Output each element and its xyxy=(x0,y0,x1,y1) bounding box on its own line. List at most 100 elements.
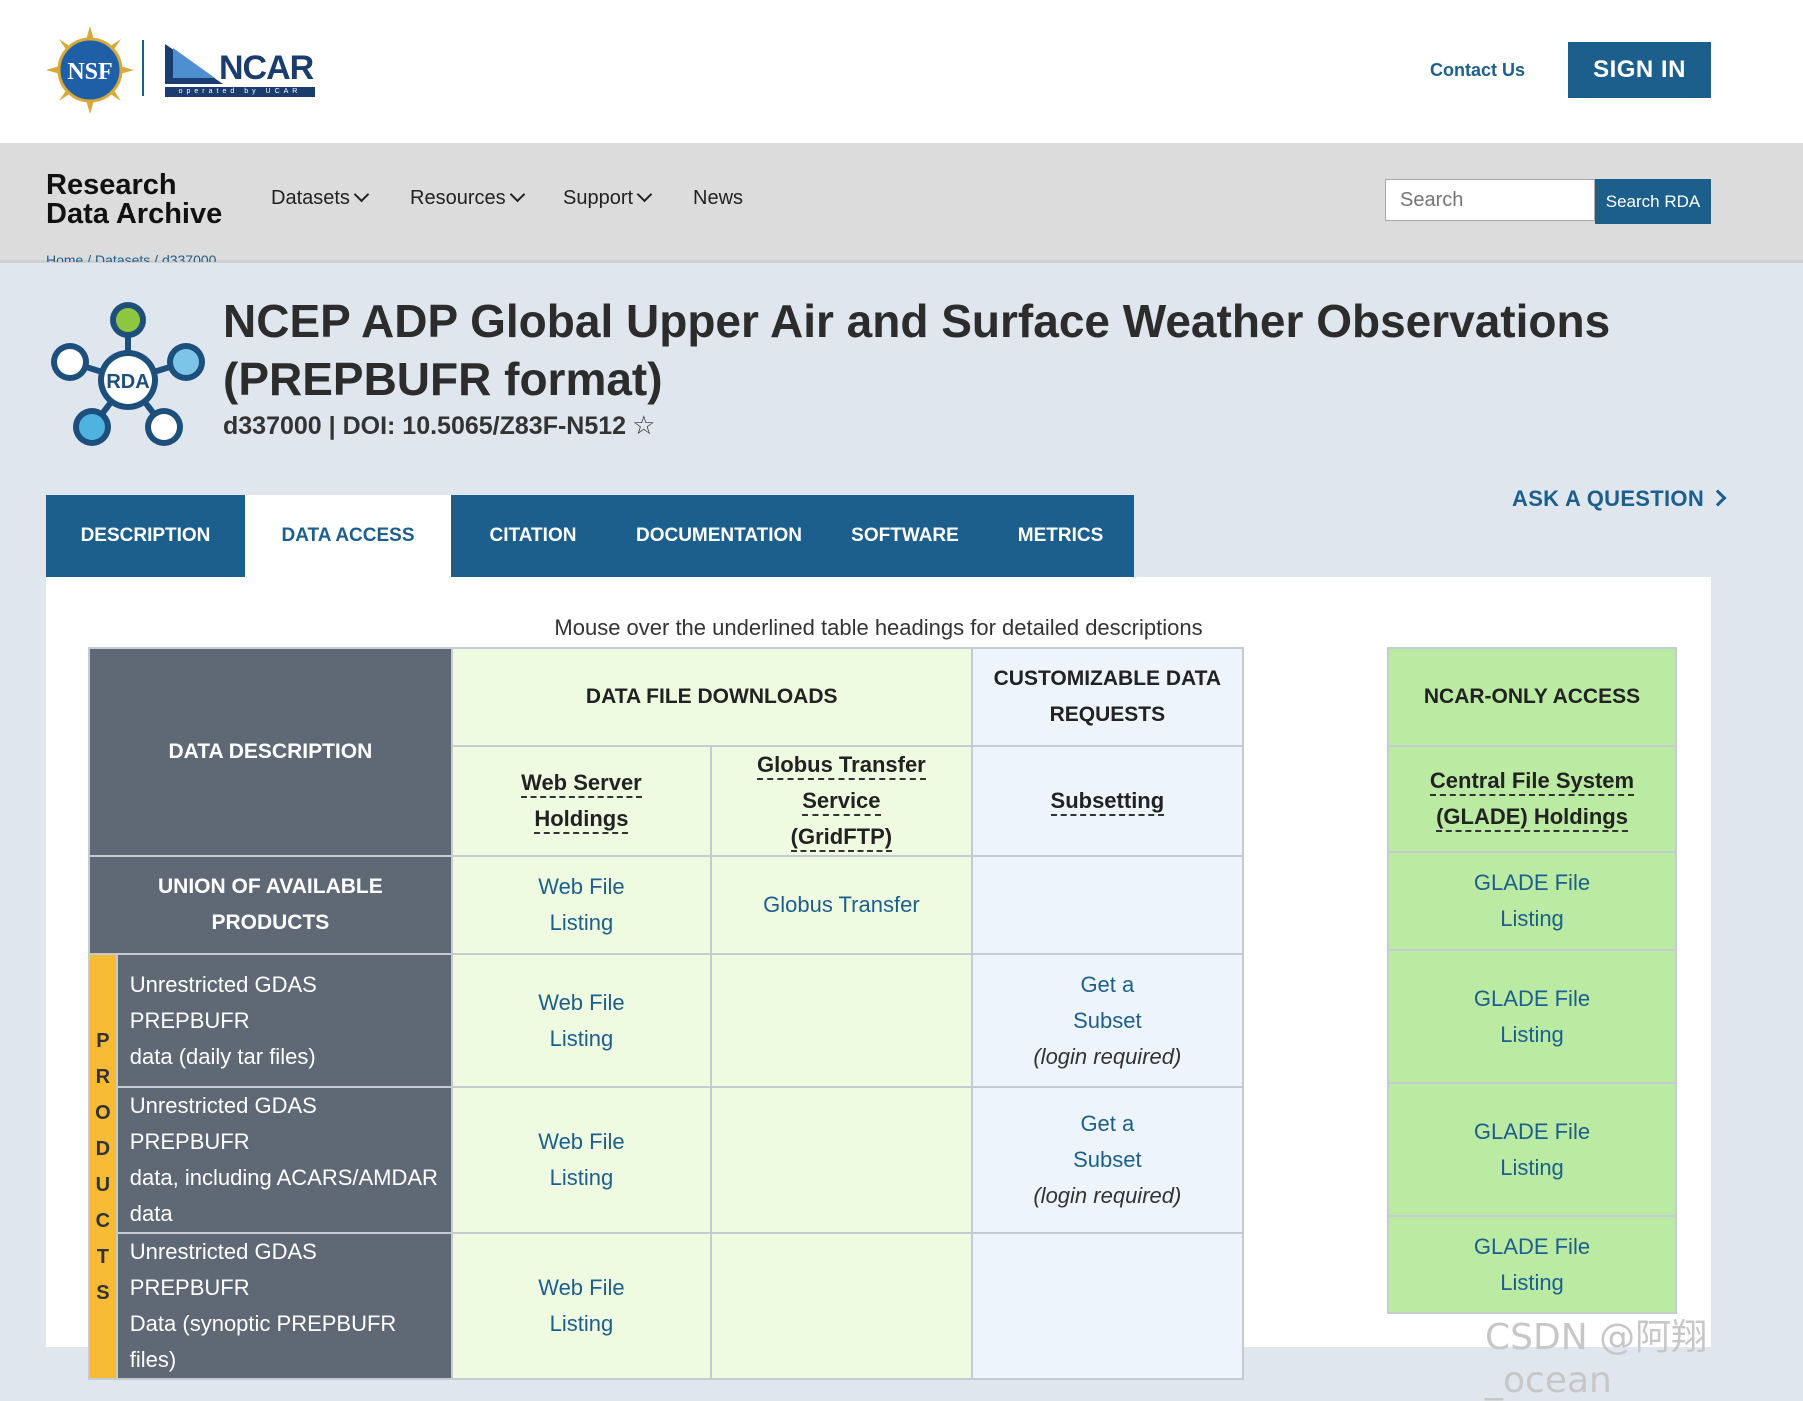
link-text[interactable]: Subset xyxy=(1073,1147,1142,1172)
link-text[interactable]: Web File xyxy=(538,1129,624,1154)
union-glade-file-listing[interactable]: GLADE File Listing xyxy=(1387,851,1677,951)
product-name-line: data xyxy=(129,1201,173,1226)
breadcrumb-current: d337000 xyxy=(161,252,217,262)
dataset-tabs: DESCRIPTION DATA ACCESS CITATION DOCUMEN… xyxy=(46,495,1134,577)
contact-us-link[interactable]: Contact Us xyxy=(1430,60,1525,81)
search-input[interactable] xyxy=(1385,179,1595,221)
nav-resources-label: Resources xyxy=(410,187,506,209)
product-globus-empty xyxy=(710,1232,973,1380)
top-bar: NSF NCAR operated by UCAR Contact Us SIG… xyxy=(0,0,1803,143)
breadcrumb-home[interactable]: Home xyxy=(46,252,83,262)
product-get-subset[interactable]: Get a Subset (login required) xyxy=(970,953,1245,1088)
link-text[interactable]: Web File xyxy=(538,990,624,1015)
union-web-file-listing[interactable]: Web File Listing xyxy=(450,855,713,955)
dataset-title-line-1: NCEP ADP Global Upper Air and Surface We… xyxy=(223,295,1611,347)
nav-support-label: Support xyxy=(563,187,634,209)
glade-line-1: Central File System xyxy=(1429,768,1635,796)
product-name: Unrestricted GDAS PREPBUFR data (daily t… xyxy=(115,953,453,1088)
chevron-down-icon xyxy=(636,186,653,203)
link-text[interactable]: Listing xyxy=(550,1311,614,1336)
tab-data-access[interactable]: DATA ACCESS xyxy=(245,495,451,577)
site-brand[interactable]: Research Data Archive xyxy=(46,171,266,229)
link-text[interactable]: Listing xyxy=(550,1026,614,1051)
header-ncar-only-access: NCAR-ONLY ACCESS xyxy=(1387,647,1677,747)
web-server-line-2: Holdings xyxy=(534,806,629,834)
link-text[interactable]: GLADE File xyxy=(1474,870,1590,895)
login-required-note: (login required) xyxy=(1033,1183,1182,1208)
ncar-wordmark: NCAR xyxy=(219,49,314,87)
products-letter: C xyxy=(95,1209,111,1232)
chevron-down-icon xyxy=(353,186,370,203)
globus-line-1: Globus Transfer Service xyxy=(757,752,926,816)
ask-a-question-link[interactable]: ASK A QUESTION xyxy=(1512,486,1727,512)
link-text[interactable]: Listing xyxy=(550,1165,614,1190)
dataset-doi: d337000 | DOI: 10.5065/Z83F-N512 ☆ xyxy=(223,410,655,441)
subheader-web-server-holdings[interactable]: Web Server Holdings xyxy=(450,745,713,857)
star-icon[interactable]: ☆ xyxy=(632,410,655,441)
ncar-only-table: NCAR-ONLY ACCESS Central File System (GL… xyxy=(1387,647,1677,1314)
breadcrumb-datasets[interactable]: Datasets xyxy=(95,252,150,262)
product-web-file-listing[interactable]: Web File Listing xyxy=(450,1086,713,1234)
ncar-subtitle: operated by UCAR xyxy=(165,87,315,97)
link-text[interactable]: Listing xyxy=(1500,906,1564,931)
product-globus-empty xyxy=(710,953,973,1088)
csdn-watermark: CSDN @阿翔_ocean xyxy=(1485,1317,1708,1401)
link-text[interactable]: Listing xyxy=(550,910,614,935)
table-row: Unrestricted GDAS PREPBUFR Data (synopti… xyxy=(89,1232,1245,1380)
search-rda-button[interactable]: Search RDA xyxy=(1595,179,1711,224)
product-subset-empty xyxy=(970,1232,1245,1380)
login-required-note: (login required) xyxy=(1033,1043,1182,1069)
link-text[interactable]: Listing xyxy=(1500,1270,1564,1295)
product-glade-file-listing[interactable]: GLADE File Listing xyxy=(1387,1215,1677,1314)
glade-line-2: (GLADE) Holdings xyxy=(1436,804,1628,832)
tab-documentation[interactable]: DOCUMENTATION xyxy=(615,495,823,577)
link-text[interactable]: Listing xyxy=(1500,1155,1564,1180)
product-web-file-listing[interactable]: Web File Listing xyxy=(450,953,713,1088)
link-text[interactable]: GLADE File xyxy=(1474,1119,1590,1144)
link-text[interactable]: Get a xyxy=(1080,972,1134,997)
header-customizable-data-requests: CUSTOMIZABLE DATA REQUESTS xyxy=(970,647,1245,747)
link-text[interactable]: Web File xyxy=(538,874,624,899)
chevron-down-icon xyxy=(509,186,525,203)
tab-software[interactable]: SOFTWARE xyxy=(823,495,987,577)
nav-datasets[interactable]: Datasets xyxy=(271,186,370,210)
products-letter: R xyxy=(95,1065,111,1088)
link-text[interactable]: Web File xyxy=(538,1275,624,1300)
product-glade-file-listing[interactable]: GLADE File Listing xyxy=(1387,1082,1677,1217)
tab-citation[interactable]: CITATION xyxy=(451,495,615,577)
link-text[interactable]: GLADE File xyxy=(1474,1234,1590,1259)
rda-network-icon: RDA xyxy=(51,302,205,446)
nav-news[interactable]: News xyxy=(693,187,743,210)
product-glade-file-listing[interactable]: GLADE File Listing xyxy=(1387,949,1677,1084)
subheader-globus-transfer[interactable]: Globus Transfer Service (GridFTP) xyxy=(710,745,973,857)
product-web-file-listing[interactable]: Web File Listing xyxy=(450,1232,713,1380)
nav-support[interactable]: Support xyxy=(563,186,653,210)
globus-line-2: (GridFTP) xyxy=(790,824,893,852)
union-subsetting-empty xyxy=(970,855,1245,955)
union-globus-transfer[interactable]: Globus Transfer xyxy=(710,855,973,955)
globus-transfer-link[interactable]: Globus Transfer xyxy=(763,892,920,917)
products-letter: O xyxy=(95,1101,111,1124)
subheader-subsetting[interactable]: Subsetting xyxy=(970,745,1245,857)
link-text[interactable]: Get a xyxy=(1080,1111,1134,1136)
nav-resources[interactable]: Resources xyxy=(410,186,525,210)
ncar-logo[interactable]: NCAR operated by UCAR xyxy=(163,42,318,98)
tab-metrics[interactable]: METRICS xyxy=(987,495,1134,577)
web-server-line-1: Web Server xyxy=(521,770,642,798)
dataset-id-doi-text: d337000 | DOI: 10.5065/Z83F-N512 xyxy=(223,412,627,440)
product-get-subset[interactable]: Get a Subset (login required) xyxy=(970,1086,1245,1234)
dataset-title: NCEP ADP Global Upper Air and Surface We… xyxy=(223,292,1703,408)
link-text[interactable]: GLADE File xyxy=(1474,986,1590,1011)
products-letter: T xyxy=(96,1245,109,1268)
tab-description[interactable]: DESCRIPTION xyxy=(46,495,245,577)
breadcrumb: Home / Datasets / d337000 xyxy=(46,252,216,262)
subheader-glade-holdings[interactable]: Central File System (GLADE) Holdings xyxy=(1387,745,1677,853)
product-globus-empty xyxy=(710,1086,973,1234)
link-text[interactable]: Subset xyxy=(1073,1008,1142,1033)
table-row: Unrestricted GDAS PREPBUFR data, includi… xyxy=(89,1086,1245,1234)
sign-in-button[interactable]: SIGN IN xyxy=(1568,42,1711,98)
nsf-logo-icon[interactable]: NSF xyxy=(46,26,134,114)
data-access-panel: Mouse over the underlined table headings… xyxy=(46,577,1711,1380)
link-text[interactable]: Listing xyxy=(1500,1022,1564,1047)
brand-line-2: Data Archive xyxy=(46,198,223,230)
